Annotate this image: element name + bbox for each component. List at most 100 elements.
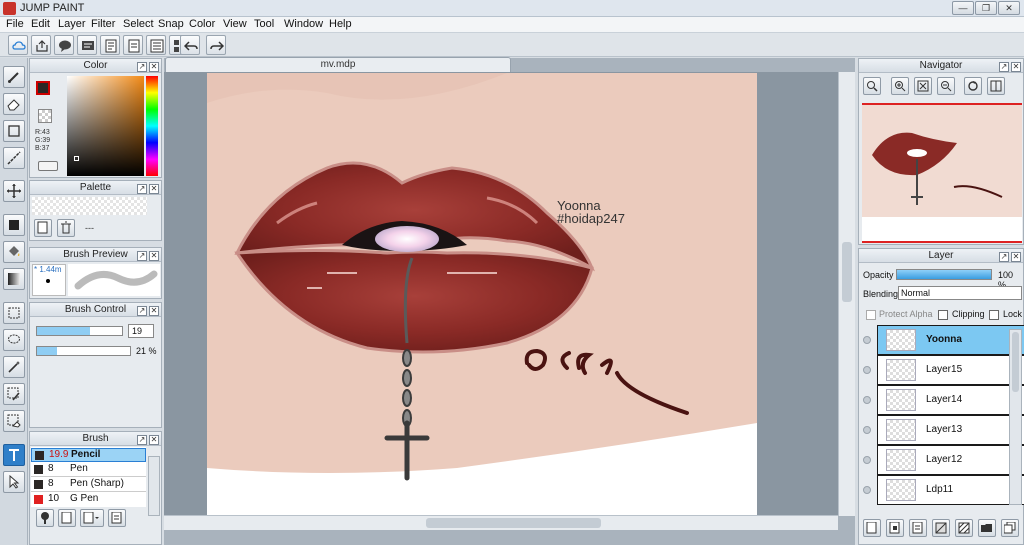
brush-tool[interactable] <box>3 66 25 88</box>
page-button[interactable] <box>123 35 143 55</box>
new-layer-folder-button[interactable] <box>886 519 904 537</box>
panel-close-icon[interactable]: ✕ <box>149 306 159 316</box>
menu-filter[interactable]: Filter <box>91 18 115 30</box>
menu-window[interactable]: Window <box>284 18 323 30</box>
layer-list-scrollbar[interactable] <box>1009 329 1022 505</box>
menu-help[interactable]: Help <box>329 18 352 30</box>
menu-view[interactable]: View <box>223 18 247 30</box>
layer-row[interactable]: Ldp11 <box>877 475 1024 505</box>
layer-folder-button[interactable] <box>978 519 996 537</box>
select-pen-tool[interactable] <box>3 383 25 405</box>
undo-button[interactable] <box>180 35 200 55</box>
delete-palette-button[interactable] <box>57 219 75 237</box>
scroll-thumb[interactable] <box>426 518 601 528</box>
list-button[interactable] <box>146 35 166 55</box>
lock-checkbox[interactable] <box>989 310 999 320</box>
restore-button[interactable]: ❐ <box>975 1 997 15</box>
tone-layer-button[interactable] <box>932 519 950 537</box>
bucket-tool[interactable] <box>3 241 25 263</box>
menu-tool[interactable]: Tool <box>254 18 274 30</box>
rotate-button[interactable] <box>964 77 982 95</box>
canvas[interactable]: Yoonna #hoidap247 <box>207 73 757 515</box>
layer-visibility-icon[interactable] <box>863 456 871 464</box>
canvas-vertical-scrollbar[interactable] <box>838 72 855 516</box>
redo-button[interactable] <box>206 35 226 55</box>
brush-opacity-slider[interactable] <box>36 346 131 356</box>
panel-float-icon[interactable]: ↗ <box>999 62 1009 72</box>
shape-tool[interactable] <box>3 120 25 142</box>
brush-properties-button[interactable] <box>108 509 126 527</box>
brush-size-input[interactable]: 19 <box>128 324 154 338</box>
layer-visibility-icon[interactable] <box>863 366 871 374</box>
layer-row[interactable]: Layer13 <box>877 415 1024 445</box>
gradient-tool[interactable] <box>3 268 25 290</box>
scroll-thumb[interactable] <box>842 242 852 302</box>
panel-float-icon[interactable]: ↗ <box>137 62 147 72</box>
panel-float-icon[interactable]: ↗ <box>999 252 1009 262</box>
clipping-checkbox[interactable] <box>938 310 948 320</box>
menu-snap[interactable]: Snap <box>158 18 184 30</box>
menu-layer[interactable]: Layer <box>58 18 86 30</box>
menu-select[interactable]: Select <box>123 18 154 30</box>
menu-edit[interactable]: Edit <box>31 18 50 30</box>
palette-swatches[interactable] <box>32 197 147 215</box>
close-button[interactable]: ✕ <box>998 1 1020 15</box>
brush-settings-button[interactable] <box>36 509 54 527</box>
panel-close-icon[interactable]: ✕ <box>149 184 159 194</box>
panel-close-icon[interactable]: ✕ <box>1011 252 1021 262</box>
line-tool[interactable] <box>3 147 25 169</box>
magic-wand-tool[interactable] <box>3 356 25 378</box>
panel-close-icon[interactable]: ✕ <box>1011 62 1021 72</box>
layer-opacity-slider[interactable] <box>896 269 992 280</box>
fill-rect-tool[interactable] <box>3 214 25 236</box>
share-button[interactable] <box>31 35 51 55</box>
layer-row[interactable]: Layer12 <box>877 445 1024 475</box>
layer-row[interactable]: Layer15 <box>877 355 1024 385</box>
add-palette-button[interactable] <box>34 219 52 237</box>
panel-close-icon[interactable]: ✕ <box>149 62 159 72</box>
duplicate-layer-button[interactable] <box>909 519 927 537</box>
menu-file[interactable]: File <box>6 18 24 30</box>
hatch-layer-button[interactable] <box>955 519 973 537</box>
operation-tool[interactable] <box>3 471 25 493</box>
layer-visibility-icon[interactable] <box>863 486 871 494</box>
canvas-horizontal-scrollbar[interactable] <box>164 515 838 530</box>
color-picker-button[interactable] <box>38 161 58 171</box>
menu-color[interactable]: Color <box>189 18 215 30</box>
panel-close-icon[interactable]: ✕ <box>149 251 159 261</box>
layer-row[interactable]: Yoonna <box>877 325 1024 355</box>
panel-float-icon[interactable]: ↗ <box>137 306 147 316</box>
layer-visibility-icon[interactable] <box>863 426 871 434</box>
layer-visibility-icon[interactable] <box>863 336 871 344</box>
panel-float-icon[interactable]: ↗ <box>137 435 147 445</box>
eraser-tool[interactable] <box>3 93 25 115</box>
copy-layer-button[interactable] <box>1001 519 1019 537</box>
comment-button[interactable] <box>54 35 74 55</box>
flip-button[interactable] <box>987 77 1005 95</box>
message-button[interactable] <box>77 35 97 55</box>
scroll-thumb[interactable] <box>1012 332 1019 392</box>
brush-menu-button[interactable] <box>80 509 104 527</box>
document-button[interactable] <box>100 35 120 55</box>
select-eraser-tool[interactable] <box>3 410 25 432</box>
saturation-value-picker[interactable] <box>67 76 144 176</box>
select-rect-tool[interactable] <box>3 302 25 324</box>
panel-close-icon[interactable]: ✕ <box>149 435 159 445</box>
brush-item[interactable]: 8 Pen <box>31 463 146 477</box>
brush-item[interactable]: 8 Pen (Sharp) <box>31 478 146 492</box>
move-tool[interactable] <box>3 180 25 202</box>
layer-row[interactable]: Layer14 <box>877 385 1024 415</box>
brush-item[interactable]: 19.9 Pencil <box>31 448 146 462</box>
zoom-in-button[interactable] <box>891 77 909 95</box>
minimize-button[interactable]: — <box>952 1 974 15</box>
brush-size-slider[interactable] <box>36 326 123 336</box>
new-layer-button[interactable] <box>863 519 881 537</box>
fit-button[interactable] <box>914 77 932 95</box>
brush-item[interactable]: 10 G Pen <box>31 493 146 507</box>
zoom-out-magnifier-button[interactable] <box>863 77 881 95</box>
new-brush-button[interactable] <box>58 509 76 527</box>
protect-alpha-checkbox[interactable] <box>866 310 876 320</box>
blending-select[interactable]: Normal <box>898 286 1022 300</box>
navigator-preview[interactable] <box>862 103 1022 243</box>
lasso-tool[interactable] <box>3 329 25 351</box>
